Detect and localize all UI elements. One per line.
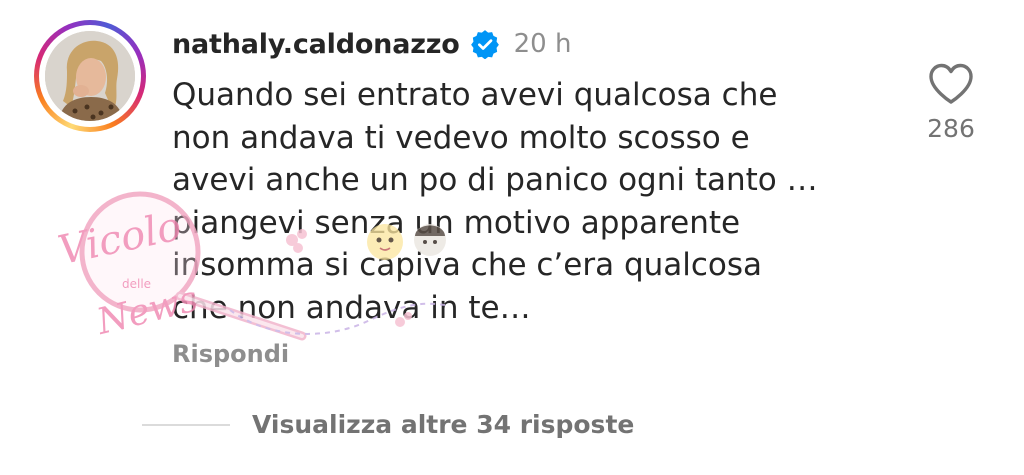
heart-icon[interactable] xyxy=(927,62,975,106)
avatar-border xyxy=(39,25,141,127)
like-count: 286 xyxy=(927,114,975,143)
verified-badge-icon xyxy=(470,30,499,59)
avatar-photo xyxy=(45,31,135,121)
avatar[interactable] xyxy=(45,31,135,121)
like-section: 286 xyxy=(926,62,976,143)
replies-divider-line xyxy=(142,423,230,426)
reply-button[interactable]: Rispondi xyxy=(172,340,289,368)
comment-header: nathaly.caldonazzo 20 h xyxy=(172,24,571,64)
username[interactable]: nathaly.caldonazzo xyxy=(172,29,460,60)
view-more-replies-label[interactable]: Visualizza altre 34 risposte xyxy=(252,410,634,439)
view-more-replies[interactable]: Visualizza altre 34 risposte xyxy=(142,410,634,439)
timestamp: 20 h xyxy=(513,29,572,59)
comment: nathaly.caldonazzo 20 h Quando sei entra… xyxy=(0,0,1024,475)
comment-text: Quando sei entrato avevi qualcosa che no… xyxy=(172,77,818,326)
watermark-text-vicolo: Vicolo xyxy=(54,203,185,274)
watermark-text-delle: delle xyxy=(122,277,151,291)
story-ring[interactable] xyxy=(34,20,146,132)
